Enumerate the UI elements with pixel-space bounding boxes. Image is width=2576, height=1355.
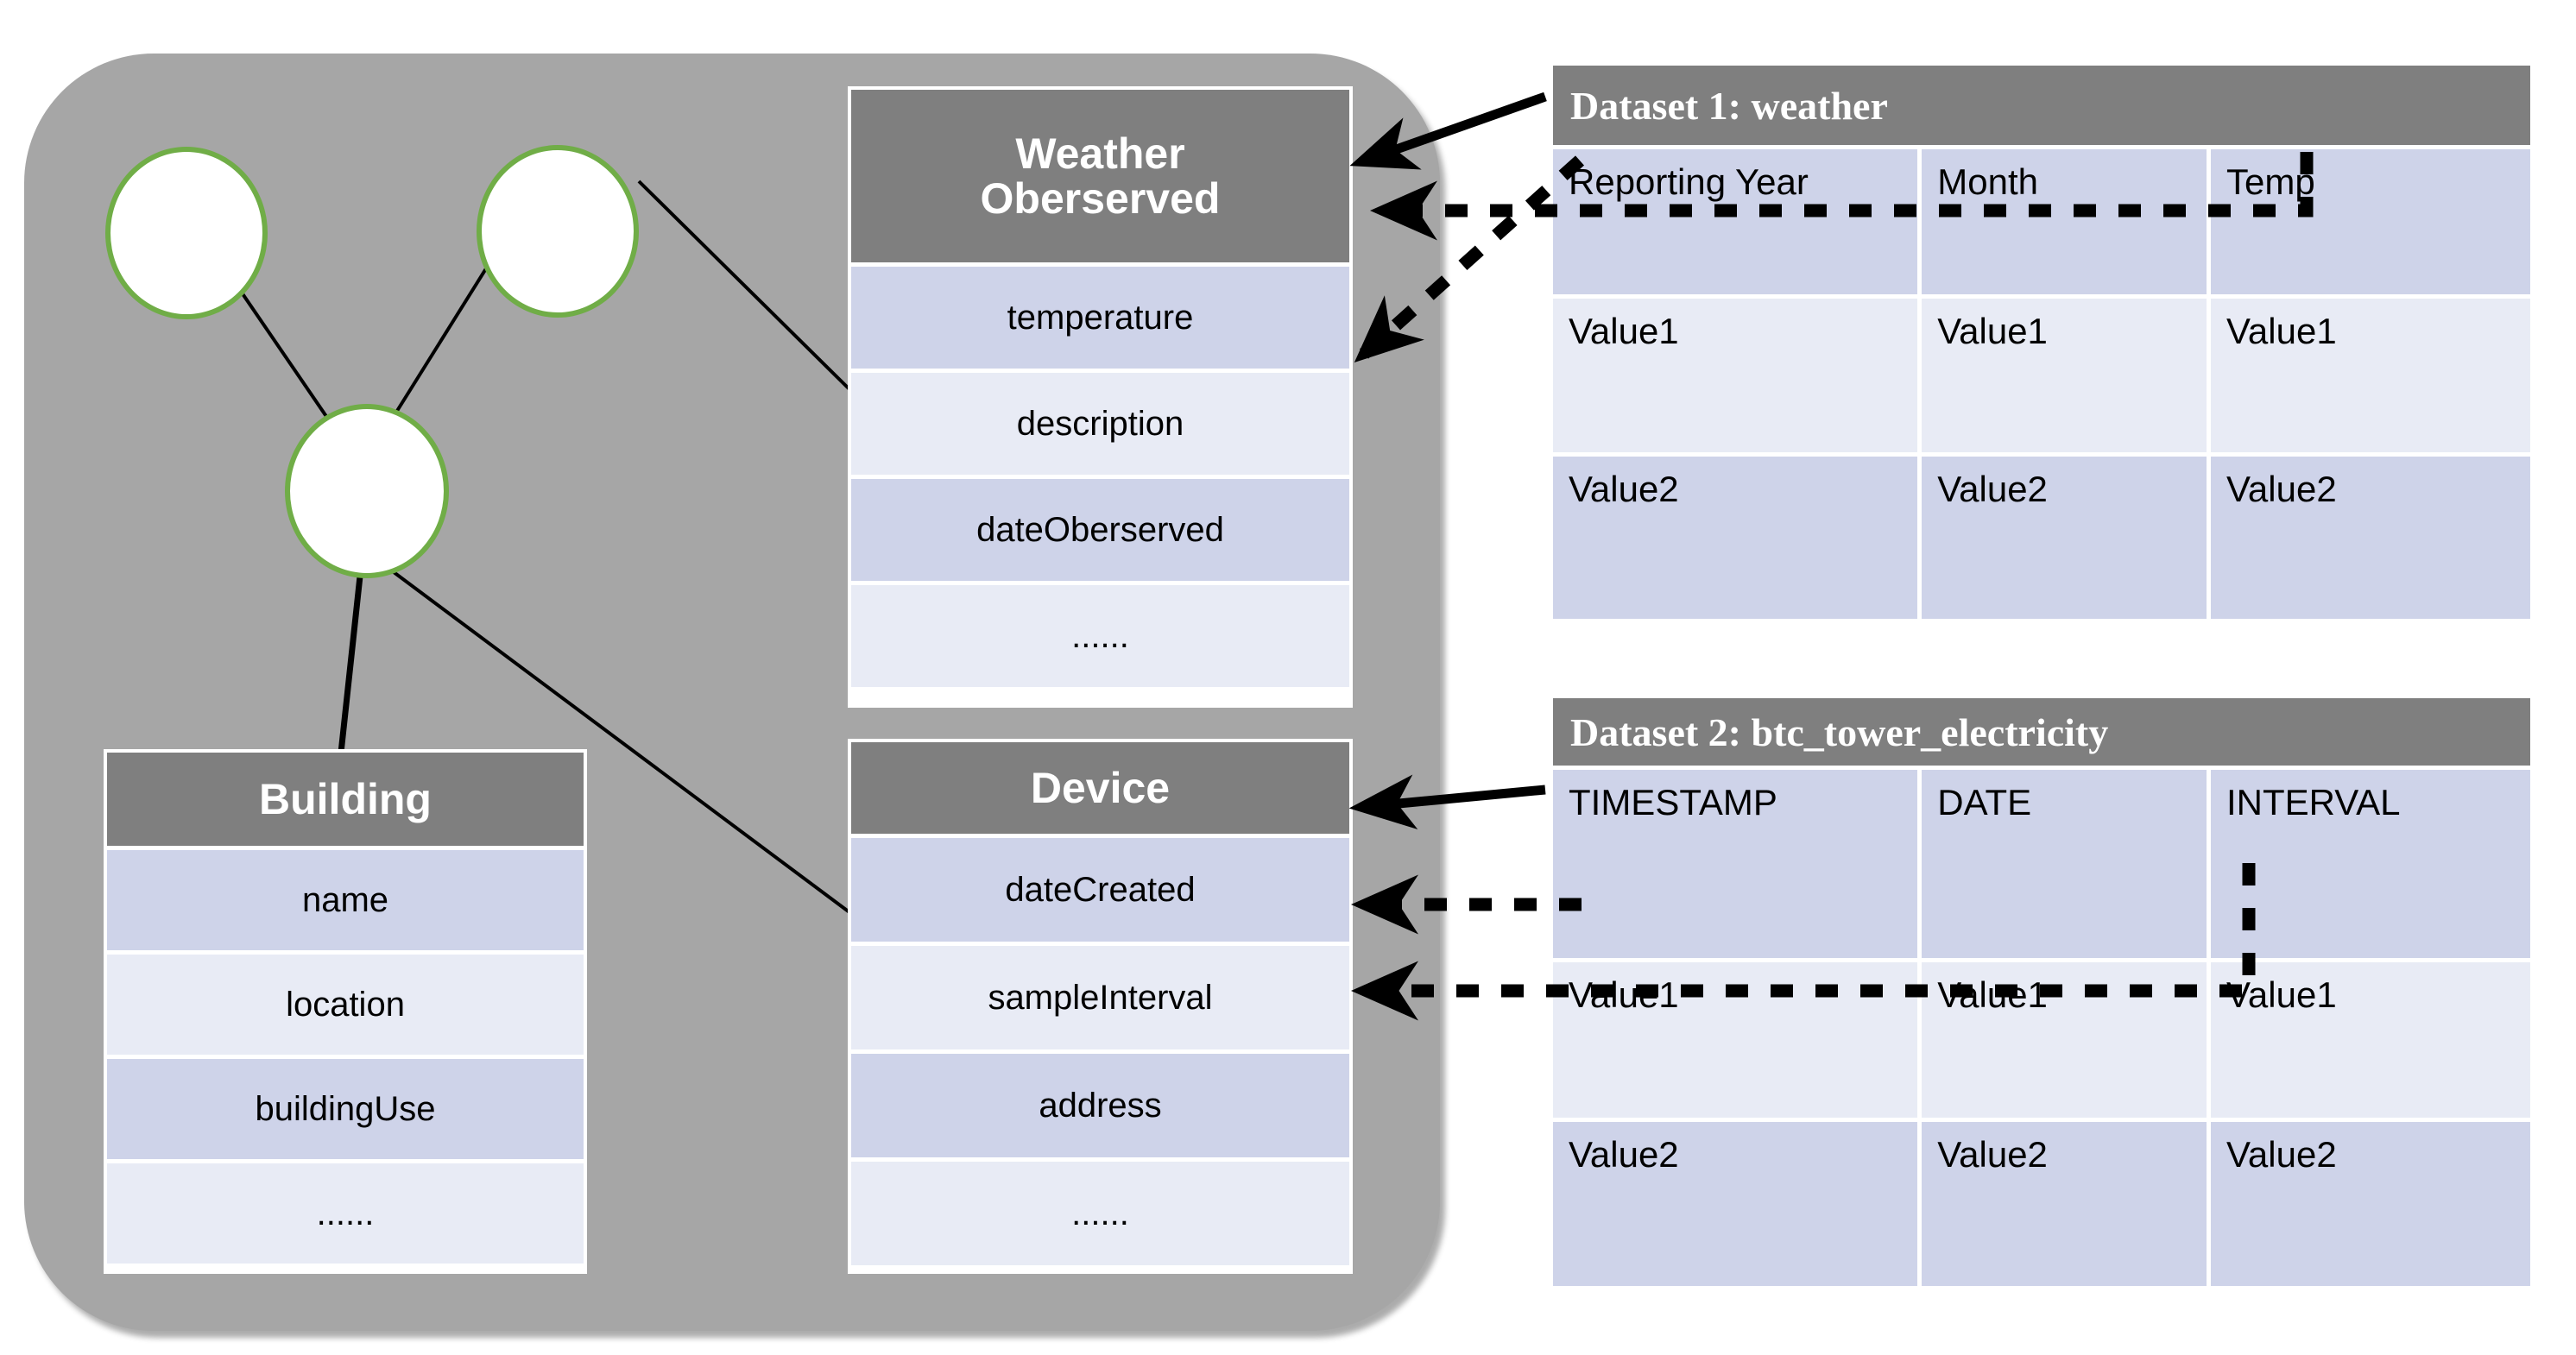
entity-weather-observed-header: Weather Oberserved xyxy=(851,90,1349,262)
column-header-text: TIMESTAMP xyxy=(1569,782,1777,822)
attribute-label: dateOberserved xyxy=(976,510,1224,549)
dataset-1-table[interactable]: Dataset 1: weather Reporting Year Month … xyxy=(1550,62,2534,621)
attribute-row[interactable]: location xyxy=(107,955,584,1055)
entity-device[interactable]: Device dateCreated sampleInterval addres… xyxy=(848,739,1353,1274)
dataset-1-title: Dataset 1: weather xyxy=(1553,66,2530,145)
attribute-row[interactable]: temperature xyxy=(851,267,1349,369)
attribute-label: ...... xyxy=(1071,1194,1129,1232)
entity-weather-observed[interactable]: Weather Oberserved temperature descripti… xyxy=(848,86,1353,708)
attribute-label: sampleInterval xyxy=(988,978,1213,1017)
table-cell: Value2 xyxy=(1922,457,2207,619)
table-cell: Value1 xyxy=(2211,299,2530,452)
table-cell-text: Value2 xyxy=(1937,469,2048,509)
attribute-row[interactable]: ...... xyxy=(851,585,1349,687)
table-cell: Value2 xyxy=(1553,1122,1918,1286)
attribute-label: ...... xyxy=(316,1194,375,1232)
table-cell-text: Value1 xyxy=(1569,974,1679,1015)
attribute-row[interactable]: dateOberserved xyxy=(851,479,1349,581)
attribute-row[interactable]: ...... xyxy=(851,1162,1349,1265)
table-cell-text: Value1 xyxy=(1937,974,2048,1015)
table-cell-text: Value1 xyxy=(1569,311,1679,351)
attribute-label: address xyxy=(1039,1086,1162,1125)
dataset-2-table[interactable]: Dataset 2: btc_tower_electricity TIMESTA… xyxy=(1550,695,2534,1299)
attribute-label: description xyxy=(1016,404,1184,443)
attribute-row[interactable]: dateCreated xyxy=(851,838,1349,942)
table-cell: Value2 xyxy=(2211,1122,2530,1286)
table-cell: Value1 xyxy=(1553,299,1918,452)
diagram-canvas: Weather Oberserved temperature descripti… xyxy=(0,0,2576,1355)
table-cell: Value1 xyxy=(1922,962,2207,1118)
table-cell: Value2 xyxy=(1922,1122,2207,1286)
column-header: Temp xyxy=(2211,149,2530,294)
table-cell: Value2 xyxy=(2211,457,2530,619)
table-cell-text: Value2 xyxy=(2226,1134,2337,1175)
attribute-row[interactable]: ...... xyxy=(107,1163,584,1264)
table-cell-text: Value1 xyxy=(2226,974,2337,1015)
table-cell-text: Value1 xyxy=(2226,311,2337,351)
ontology-node-top-right xyxy=(477,145,639,318)
attribute-row[interactable]: buildingUse xyxy=(107,1059,584,1159)
attribute-label: buildingUse xyxy=(255,1089,436,1128)
column-header-text: Reporting Year xyxy=(1569,161,1809,202)
column-header-text: DATE xyxy=(1937,782,2032,822)
table-cell-text: Value1 xyxy=(1937,311,2048,351)
column-header: INTERVAL xyxy=(2211,770,2530,958)
column-header: Month xyxy=(1922,149,2207,294)
entity-device-attributes: dateCreated sampleInterval address .....… xyxy=(851,834,1349,1265)
entity-device-header: Device xyxy=(851,742,1349,834)
attribute-row[interactable]: description xyxy=(851,373,1349,475)
entity-weather-observed-attributes: temperature description dateOberserved .… xyxy=(851,262,1349,687)
attribute-row[interactable]: address xyxy=(851,1054,1349,1157)
dataset-2-grid: TIMESTAMP DATE INTERVAL Value1 Value1 Va… xyxy=(1553,770,2530,1286)
table-cell: Value1 xyxy=(2211,962,2530,1118)
table-cell-text: Value2 xyxy=(1569,1134,1679,1175)
dataset-2-title-text: Dataset 2: btc_tower_electricity xyxy=(1570,709,2109,754)
dataset-1-grid: Reporting Year Month Temp Value1 Value1 … xyxy=(1553,149,2530,619)
entity-building-attributes: name location buildingUse ...... xyxy=(107,846,584,1264)
entity-title-line-1: Weather xyxy=(1015,129,1185,178)
table-cell-text: Value2 xyxy=(1937,1134,2048,1175)
column-header-text: INTERVAL xyxy=(2226,782,2401,822)
attribute-label: ...... xyxy=(1071,616,1129,655)
entity-building[interactable]: Building name location buildingUse .....… xyxy=(104,749,587,1274)
entity-title-line-2: Oberserved xyxy=(980,174,1221,223)
table-cell-text: Value2 xyxy=(2226,469,2337,509)
ontology-node-top-left xyxy=(105,147,268,319)
table-cell-text: Value2 xyxy=(1569,469,1679,509)
attribute-label: temperature xyxy=(1007,298,1194,337)
attribute-label: dateCreated xyxy=(1005,870,1196,909)
table-cell: Value1 xyxy=(1553,962,1918,1118)
column-header: Reporting Year xyxy=(1553,149,1918,294)
attribute-label: location xyxy=(286,985,405,1024)
attribute-row[interactable]: sampleInterval xyxy=(851,946,1349,1049)
column-header-text: Temp xyxy=(2226,161,2315,202)
entity-title-line-1: Device xyxy=(1030,763,1171,812)
attribute-row[interactable]: name xyxy=(107,850,584,950)
dataset-2-title: Dataset 2: btc_tower_electricity xyxy=(1553,698,2530,766)
column-header-text: Month xyxy=(1937,161,2038,202)
entity-building-header: Building xyxy=(107,753,584,846)
dataset-1-title-text: Dataset 1: weather xyxy=(1570,83,1888,128)
column-header: DATE xyxy=(1922,770,2207,958)
table-cell: Value2 xyxy=(1553,457,1918,619)
table-cell: Value1 xyxy=(1922,299,2207,452)
attribute-label: name xyxy=(301,880,389,919)
ontology-node-center xyxy=(285,404,449,578)
entity-title-line-1: Building xyxy=(259,774,432,823)
column-header: TIMESTAMP xyxy=(1553,770,1918,958)
